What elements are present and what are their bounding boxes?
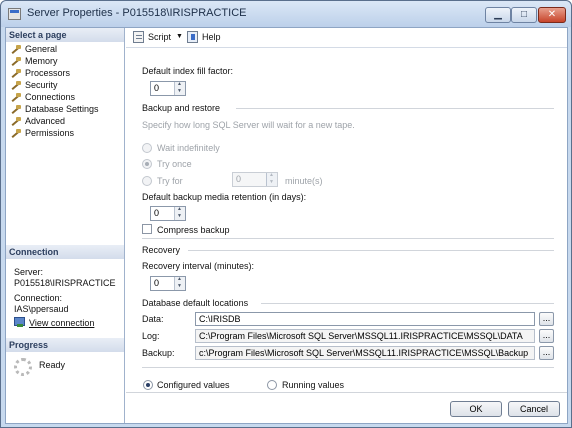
group-divider	[188, 250, 554, 251]
configured-values-radio[interactable]	[143, 380, 153, 390]
progress-status: Ready	[39, 360, 66, 370]
app-icon	[8, 8, 21, 20]
data-browse-button[interactable]: ...	[539, 312, 554, 326]
configured-values-label: Configured values	[157, 380, 230, 390]
backup-location-field[interactable]: c:\Program Files\Microsoft SQL Server\MS…	[195, 346, 535, 360]
left-pane: Select a page General Memory Processors …	[6, 28, 125, 423]
maximize-button[interactable]: □	[511, 7, 537, 23]
recovery-group-label: Recovery	[142, 245, 181, 255]
running-values-label: Running values	[282, 380, 345, 390]
retention-label: Default backup media retention (in days)…	[142, 192, 307, 202]
server-properties-window: Server Properties - P015518\IRISPRACTICE…	[0, 0, 572, 428]
connection-header: Connection	[6, 245, 124, 259]
tape-wait-hint: Specify how long SQL Server will wait fo…	[142, 120, 355, 130]
spinner-arrows-icon[interactable]	[266, 172, 277, 186]
running-values-radio[interactable]	[267, 380, 277, 390]
window-title: Server Properties - P015518\IRISPRACTICE	[27, 7, 247, 19]
wrench-icon	[11, 69, 22, 78]
try-for-label: Try for	[157, 176, 183, 186]
close-button[interactable]: ✕	[538, 7, 566, 23]
wrench-icon	[11, 45, 22, 54]
minimize-button[interactable]: ▁	[485, 7, 511, 23]
ok-button[interactable]: OK	[450, 401, 502, 417]
page-list: General Memory Processors Security Conne…	[6, 43, 124, 139]
page-item-connections[interactable]: Connections	[6, 91, 124, 103]
wrench-icon	[11, 105, 22, 114]
spinner-arrows-icon[interactable]	[174, 206, 185, 220]
progress-header: Progress	[6, 338, 124, 352]
script-button[interactable]: Script	[148, 32, 171, 42]
group-divider	[236, 108, 554, 109]
progress-spinner-icon	[14, 358, 32, 376]
toolbar: Script ▼ Help	[126, 28, 567, 48]
fill-factor-label: Default index fill factor:	[142, 66, 234, 76]
backup-location-label: Backup:	[142, 348, 175, 358]
page-item-memory[interactable]: Memory	[6, 55, 124, 67]
try-once-label: Try once	[157, 159, 192, 169]
script-dropdown-arrow[interactable]: ▼	[176, 33, 183, 40]
wrench-icon	[11, 129, 22, 138]
log-location-label: Log:	[142, 331, 160, 341]
spinner-arrows-icon[interactable]	[174, 276, 185, 290]
try-for-radio[interactable]	[142, 176, 152, 186]
backup-browse-button[interactable]: ...	[539, 346, 554, 360]
page-item-security[interactable]: Security	[6, 79, 124, 91]
compress-backup-checkbox[interactable]	[142, 224, 152, 234]
cancel-button[interactable]: Cancel	[508, 401, 560, 417]
script-icon[interactable]	[133, 31, 144, 43]
server-value: P015518\IRISPRACTICE	[14, 278, 116, 288]
compress-backup-label: Compress backup	[157, 225, 230, 235]
select-page-header: Select a page	[6, 28, 124, 42]
page-item-advanced[interactable]: Advanced	[6, 115, 124, 127]
group-divider	[261, 303, 554, 304]
try-once-radio[interactable]	[142, 159, 152, 169]
help-button[interactable]: Help	[202, 32, 221, 42]
spinner-arrows-icon[interactable]	[174, 81, 185, 95]
wrench-icon	[11, 93, 22, 102]
dialog-button-bar: OK Cancel	[126, 392, 567, 423]
server-label: Server:	[14, 267, 44, 277]
view-connection-link[interactable]: View connection	[29, 318, 94, 328]
recovery-interval-label: Recovery interval (minutes):	[142, 261, 255, 271]
page-item-processors[interactable]: Processors	[6, 67, 124, 79]
connection-value: IAS\ppersaud	[14, 304, 69, 314]
section-divider	[142, 367, 554, 368]
database-settings-panel: Default index fill factor: 0 Backup and …	[126, 49, 567, 392]
help-icon[interactable]	[187, 31, 198, 43]
wait-indefinitely-radio[interactable]	[142, 143, 152, 153]
backup-restore-group-label: Backup and restore	[142, 103, 221, 113]
title-bar[interactable]: Server Properties - P015518\IRISPRACTICE…	[1, 1, 571, 27]
fill-factor-spinner[interactable]: 0	[150, 81, 186, 96]
log-location-field[interactable]: C:\Program Files\Microsoft SQL Server\MS…	[195, 329, 535, 343]
locations-group-label: Database default locations	[142, 298, 249, 308]
retention-spinner[interactable]: 0	[150, 206, 186, 221]
wrench-icon	[11, 57, 22, 66]
page-item-general[interactable]: General	[6, 43, 124, 55]
page-item-permissions[interactable]: Permissions	[6, 127, 124, 139]
wrench-icon	[11, 81, 22, 90]
page-item-database-settings[interactable]: Database Settings	[6, 103, 124, 115]
minutes-label: minute(s)	[285, 176, 323, 186]
connection-label: Connection:	[14, 293, 63, 303]
view-connection-icon	[14, 317, 25, 327]
recovery-interval-spinner[interactable]: 0	[150, 276, 186, 291]
try-for-spinner[interactable]: 0	[232, 172, 278, 187]
wrench-icon	[11, 117, 22, 126]
section-divider	[142, 238, 554, 239]
data-location-field[interactable]: C:\IRISDB	[195, 312, 535, 326]
dialog-client: Select a page General Memory Processors …	[5, 27, 568, 424]
data-location-label: Data:	[142, 314, 164, 324]
log-browse-button[interactable]: ...	[539, 329, 554, 343]
wait-indefinitely-label: Wait indefinitely	[157, 143, 220, 153]
